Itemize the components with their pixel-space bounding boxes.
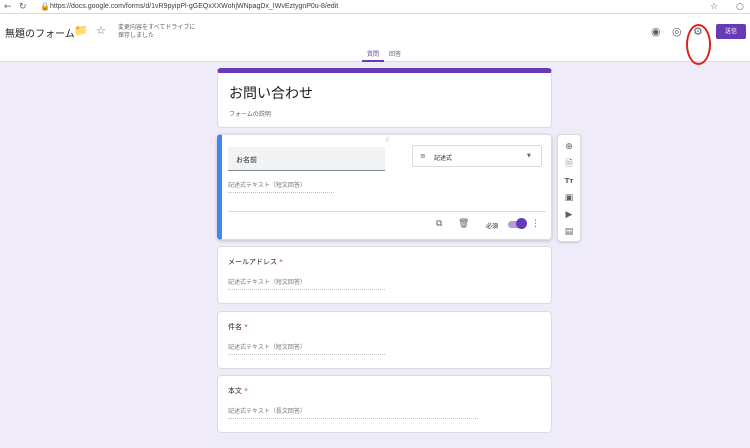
forms-header: 無題のフォーム 📁 ☆ 変更内容をすべてドライブに保存しました ◉ ◎ ⚙ 送信… [0, 14, 750, 65]
question-title: 本文 * [228, 387, 248, 395]
required-mark: * [244, 387, 248, 395]
save-status: 変更内容をすべてドライブに保存しました [118, 24, 196, 39]
chevron-down-icon: ▼ [527, 153, 531, 159]
required-label: 必須 [486, 223, 499, 230]
card-divider [228, 211, 546, 212]
profile-icon[interactable]: ○ [736, 1, 744, 13]
answer-hint: 記述式テキスト（短文回答） [228, 180, 334, 193]
url-field[interactable]: 🔒 https://docs.google.com/forms/d/1vR9py… [36, 1, 726, 13]
form-doc-title[interactable]: 無題のフォーム [5, 25, 75, 40]
lock-icon: 🔒 [40, 2, 50, 11]
eye-icon[interactable]: ◎ [672, 26, 682, 38]
question-title: メールアドレス * [228, 258, 283, 266]
question-title: 件名 * [228, 323, 248, 331]
question-card-body[interactable]: 本文 * 記述式テキスト（長文回答） [217, 375, 552, 433]
back-icon[interactable]: ← [4, 1, 12, 13]
star-icon[interactable]: ☆ [96, 25, 106, 37]
url-text[interactable]: https://docs.google.com/forms/d/1vR9pyip… [50, 1, 338, 13]
question-type-label: 記述式 [434, 155, 453, 162]
form-tabs: 質問 回答 [0, 48, 750, 62]
tab-responses[interactable]: 回答 [389, 50, 401, 59]
required-mark: * [244, 323, 248, 331]
add-video-icon[interactable]: ▶ [558, 210, 580, 220]
active-question-card[interactable]: ⠿ お名前 ≡ 記述式 ▼ 記述式テキスト（短文回答） ⧉ 🗑 必須 ⋮ [217, 134, 552, 240]
folder-icon[interactable]: 📁 [74, 25, 88, 37]
more-options-icon[interactable]: ⋮ [531, 219, 540, 229]
active-tab-indicator [362, 60, 384, 62]
reload-icon[interactable]: ↻ [19, 1, 27, 13]
side-toolbar: ⊕ 🗎 Tт ▣ ▶ ▤ [557, 134, 581, 242]
add-title-icon[interactable]: Tт [558, 176, 580, 186]
question-type-select[interactable]: ≡ 記述式 ▼ [412, 145, 542, 167]
question-title-text: お名前 [236, 156, 257, 164]
send-button[interactable]: 送信 [716, 24, 746, 39]
form-description[interactable]: フォームの説明 [229, 109, 271, 118]
drag-handle-icon[interactable]: ⠿ [385, 137, 390, 144]
copy-icon[interactable]: ⧉ [436, 219, 442, 229]
answer-hint: 記述式テキスト（短文回答） [228, 342, 385, 355]
required-toggle-knob[interactable] [516, 218, 527, 229]
required-mark: * [279, 258, 283, 266]
import-questions-icon[interactable]: 🗎 [558, 159, 580, 169]
tab-questions[interactable]: 質問 [367, 50, 379, 59]
add-section-icon[interactable]: ▤ [558, 227, 580, 237]
question-title-input[interactable]: お名前 [228, 147, 385, 171]
palette-icon[interactable]: ◉ [651, 26, 661, 38]
answer-hint: 記述式テキスト（短文回答） [228, 277, 385, 290]
question-card-subject[interactable]: 件名 * 記述式テキスト（短文回答） [217, 311, 552, 369]
short-answer-icon: ≡ [420, 152, 426, 160]
answer-hint: 記述式テキスト（長文回答） [228, 406, 478, 419]
form-heading[interactable]: お問い合わせ [229, 83, 313, 103]
form-title-card[interactable]: お問い合わせ フォームの説明 [217, 68, 552, 128]
browser-address-bar: ← ↻ 🔒 https://docs.google.com/forms/d/1v… [0, 0, 750, 14]
bookmark-star-icon[interactable]: ☆ [710, 1, 718, 13]
question-card-email[interactable]: メールアドレス * 記述式テキスト（短文回答） [217, 246, 552, 304]
add-image-icon[interactable]: ▣ [558, 193, 580, 203]
add-question-icon[interactable]: ⊕ [558, 142, 580, 152]
trash-icon[interactable]: 🗑 [458, 219, 469, 229]
